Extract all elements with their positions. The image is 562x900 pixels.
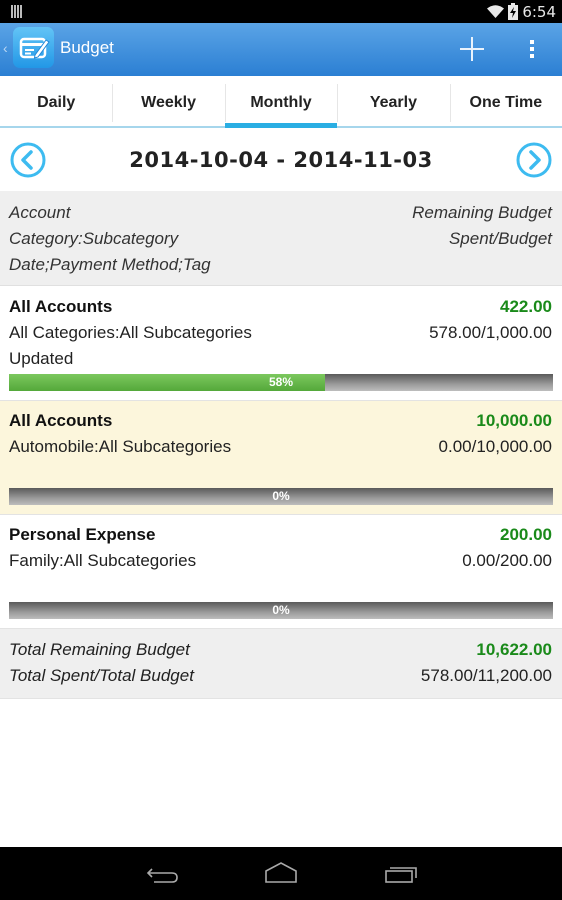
budget-category: Family:All Subcategories — [9, 551, 197, 570]
budget-extra: Updated — [9, 349, 74, 368]
budget-progress-label: 0% — [272, 603, 290, 617]
legend-spent-budget: Spent/Budget — [448, 229, 552, 248]
tab-daily[interactable]: Daily — [0, 78, 113, 128]
add-button[interactable] — [455, 32, 489, 66]
budget-progress-bar: 0% — [9, 488, 553, 505]
status-bar: 6:54 — [0, 0, 562, 23]
budget-account: Personal Expense — [9, 525, 156, 544]
overflow-menu-icon — [530, 40, 534, 58]
back-button[interactable] — [142, 859, 182, 887]
total-spent-label: Total Spent/Total Budget — [9, 666, 194, 685]
next-period-button[interactable] — [516, 142, 552, 178]
budget-category: Automobile:All Subcategories — [9, 437, 232, 456]
budget-remaining: 422.00 — [500, 297, 552, 316]
budget-spent: 578.00/1,000.00 — [429, 323, 552, 342]
period-tabs: Daily Weekly Monthly Yearly One Time — [0, 78, 562, 128]
tab-one-time[interactable]: One Time — [449, 78, 562, 128]
budget-progress-label: 0% — [272, 489, 290, 503]
back-caret-icon[interactable]: ‹ — [3, 40, 8, 56]
wifi-icon — [487, 5, 505, 18]
recent-apps-button[interactable] — [380, 859, 420, 887]
budget-progress-label: 58% — [268, 375, 294, 389]
app-title: Budget — [60, 38, 114, 57]
legend-category: Category:Subcategory — [9, 229, 179, 248]
budget-remaining: 200.00 — [500, 525, 552, 544]
budget-spent: 0.00/200.00 — [462, 551, 552, 570]
budget-progress-bar: 0% — [9, 602, 553, 619]
legend-remaining-budget: Remaining Budget — [412, 203, 552, 222]
budget-screen: 6:54 ‹ Budget Daily Weekly Monthly Yearl… — [0, 0, 562, 900]
legend-account: Account — [9, 203, 71, 222]
legend-date-method-tag: Date;Payment Method;Tag — [9, 255, 211, 274]
app-logo-icon[interactable] — [13, 27, 54, 68]
status-icons: 6:54 — [487, 2, 556, 21]
budget-row[interactable]: All Accounts 422.00 All Categories:All S… — [0, 287, 562, 401]
budget-row[interactable]: Personal Expense 200.00 Family:All Subca… — [0, 515, 562, 629]
tab-weekly[interactable]: Weekly — [112, 78, 226, 128]
column-legend: Account Category:Subcategory Date;Paymen… — [0, 191, 562, 286]
tab-yearly[interactable]: Yearly — [337, 78, 451, 128]
overflow-menu-button[interactable] — [520, 32, 544, 66]
budget-remaining: 10,000.00 — [476, 411, 552, 430]
home-button[interactable] — [261, 859, 301, 887]
chevron-right-circle-icon — [516, 142, 552, 178]
budget-account: All Accounts — [9, 297, 113, 316]
back-icon — [146, 868, 178, 883]
add-icon — [460, 37, 484, 61]
clock: 6:54 — [522, 2, 556, 21]
battery-charging-icon — [508, 3, 519, 20]
system-navigation-bar — [0, 847, 562, 900]
signal-bars-icon — [11, 5, 22, 18]
total-remaining-value: 10,622.00 — [476, 640, 552, 659]
action-bar: ‹ Budget — [0, 23, 562, 76]
budget-row[interactable]: All Accounts 10,000.00 Automobile:All Su… — [0, 401, 562, 515]
budget-spent: 0.00/10,000.00 — [438, 437, 552, 456]
recent-apps-icon — [385, 867, 417, 883]
date-range: 2014-10-04 - 2014-11-03 — [129, 148, 433, 172]
total-remaining-label: Total Remaining Budget — [9, 640, 190, 659]
totals-summary: Total Remaining Budget 10,622.00 Total S… — [0, 629, 562, 699]
total-spent-value: 578.00/11,200.00 — [420, 666, 552, 685]
budget-progress-bar: 58% — [9, 374, 553, 391]
date-navigation: 2014-10-04 - 2014-11-03 — [0, 130, 562, 190]
budget-category: All Categories:All Subcategories — [9, 323, 252, 342]
home-icon — [265, 862, 297, 883]
tab-monthly[interactable]: Monthly — [224, 78, 338, 128]
budget-account: All Accounts — [9, 411, 113, 430]
